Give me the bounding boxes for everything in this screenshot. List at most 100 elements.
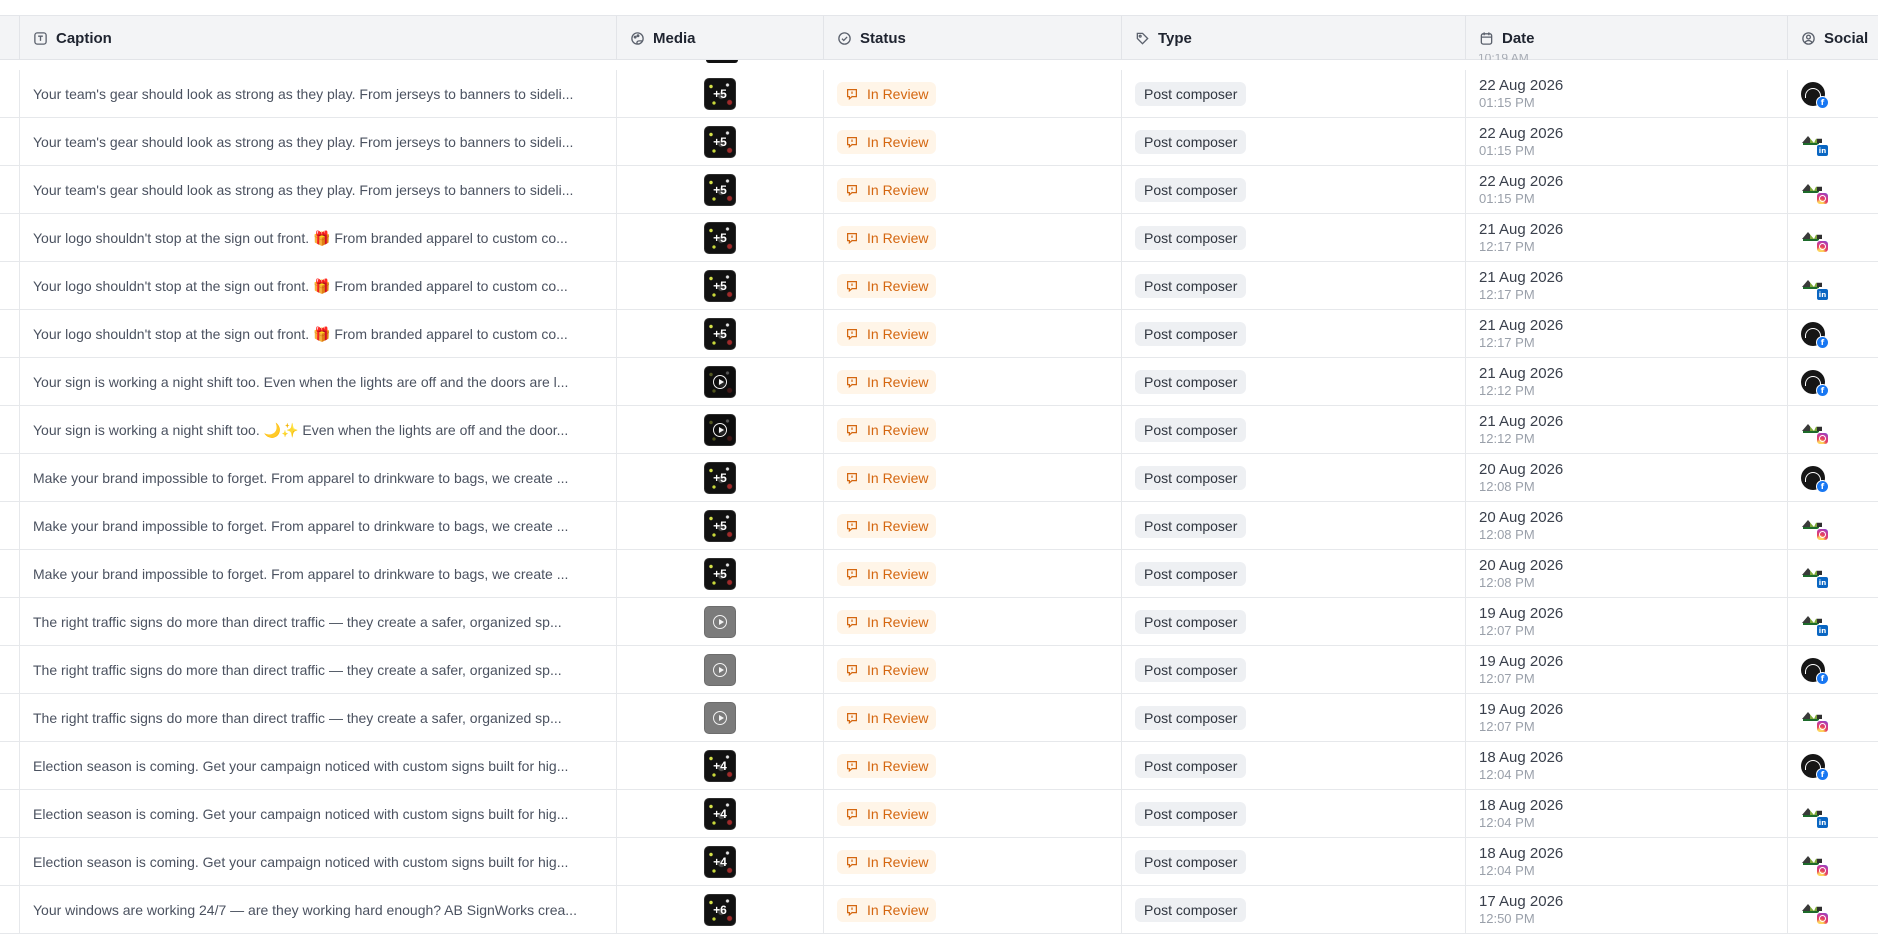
status-cell[interactable]: In Review	[823, 598, 1121, 646]
media-cell[interactable]: +4	[616, 790, 823, 838]
type-cell[interactable]: Post composer	[1121, 790, 1465, 838]
table-row[interactable]: Make your brand impossible to forget. Fr…	[0, 454, 1878, 502]
status-cell[interactable]: In Review	[823, 454, 1121, 502]
social-cell[interactable]: f	[1787, 646, 1878, 694]
table-row[interactable]: Election season is coming. Get your camp…	[0, 742, 1878, 790]
status-badge[interactable]: In Review	[837, 898, 937, 922]
social-cell[interactable]: in	[1787, 790, 1878, 838]
table-row[interactable]: Your windows are working 24/7 — are they…	[0, 886, 1878, 934]
column-header-type[interactable]: Type	[1121, 16, 1465, 60]
media-cell[interactable]: +4	[616, 838, 823, 886]
table-row[interactable]: Your sign is working a night shift too. …	[0, 406, 1878, 454]
status-badge[interactable]: In Review	[837, 706, 937, 730]
social-cell[interactable]	[1787, 166, 1878, 214]
avatar[interactable]	[1801, 706, 1829, 733]
caption-cell[interactable]: Make your brand impossible to forget. Fr…	[19, 550, 616, 598]
social-cell[interactable]	[1787, 406, 1878, 454]
avatar[interactable]: in	[1801, 562, 1829, 589]
table-row[interactable]: The right traffic signs do more than dir…	[0, 646, 1878, 694]
media-thumbnail[interactable]: +4	[704, 750, 736, 782]
status-cell[interactable]: In Review	[823, 358, 1121, 406]
avatar[interactable]: f	[1801, 466, 1829, 493]
status-cell[interactable]: In Review	[823, 406, 1121, 454]
status-cell[interactable]: In Review	[823, 118, 1121, 166]
social-cell[interactable]: f	[1787, 70, 1878, 118]
type-cell[interactable]: Post composer	[1121, 742, 1465, 790]
media-cell[interactable]	[616, 358, 823, 406]
date-cell[interactable]: 18 Aug 2026 12:04 PM	[1465, 838, 1787, 886]
date-cell[interactable]: 22 Aug 2026 01:15 PM	[1465, 118, 1787, 166]
caption-cell[interactable]: Election season is coming. Get your camp…	[19, 742, 616, 790]
caption-cell[interactable]: Make your brand impossible to forget. Fr…	[19, 454, 616, 502]
media-thumbnail[interactable]: +5	[704, 174, 736, 206]
caption-cell[interactable]: Your logo shouldn't stop at the sign out…	[19, 310, 616, 358]
status-cell[interactable]: In Review	[823, 694, 1121, 742]
type-cell[interactable]: Post composer	[1121, 598, 1465, 646]
media-thumbnail[interactable]: +5	[704, 126, 736, 158]
status-badge[interactable]: In Review	[837, 754, 937, 778]
social-cell[interactable]: f	[1787, 310, 1878, 358]
status-badge[interactable]: In Review	[837, 418, 937, 442]
caption-cell[interactable]: Election season is coming. Get your camp…	[19, 838, 616, 886]
avatar[interactable]	[1801, 898, 1829, 925]
type-cell[interactable]: Post composer	[1121, 214, 1465, 262]
table-row[interactable]: Make your brand impossible to forget. Fr…	[0, 550, 1878, 598]
avatar[interactable]: in	[1801, 610, 1829, 637]
avatar[interactable]: in	[1801, 802, 1829, 829]
caption-cell[interactable]: Your team's gear should look as strong a…	[19, 166, 616, 214]
social-cell[interactable]: in	[1787, 598, 1878, 646]
status-badge[interactable]: In Review	[837, 82, 937, 106]
type-cell[interactable]: Post composer	[1121, 262, 1465, 310]
media-thumbnail[interactable]: +6	[704, 894, 736, 926]
media-cell[interactable]: +5	[616, 262, 823, 310]
type-cell[interactable]: Post composer	[1121, 646, 1465, 694]
status-cell[interactable]: In Review	[823, 214, 1121, 262]
media-thumbnail[interactable]: +4	[704, 846, 736, 878]
status-badge[interactable]: In Review	[837, 802, 937, 826]
table-row[interactable]: Your team's gear should look as strong a…	[0, 166, 1878, 214]
type-cell[interactable]: Post composer	[1121, 310, 1465, 358]
avatar[interactable]: in	[1801, 274, 1829, 301]
table-row[interactable]: Your sign is working a night shift too. …	[0, 358, 1878, 406]
table-row[interactable]: The right traffic signs do more than dir…	[0, 694, 1878, 742]
social-cell[interactable]: in	[1787, 118, 1878, 166]
table-row[interactable]: Make your brand impossible to forget. Fr…	[0, 502, 1878, 550]
type-cell[interactable]: Post composer	[1121, 406, 1465, 454]
date-cell[interactable]: 21 Aug 2026 12:12 PM	[1465, 406, 1787, 454]
media-thumbnail[interactable]: +5	[704, 270, 736, 302]
caption-cell[interactable]: Make your brand impossible to forget. Fr…	[19, 502, 616, 550]
status-cell[interactable]: In Review	[823, 262, 1121, 310]
date-cell[interactable]: 18 Aug 2026 12:04 PM	[1465, 742, 1787, 790]
media-thumbnail[interactable]: +5	[704, 462, 736, 494]
column-header-media[interactable]: Media	[616, 16, 823, 60]
media-thumbnail[interactable]	[704, 606, 736, 638]
status-badge[interactable]: In Review	[837, 130, 937, 154]
caption-cell[interactable]: Your sign is working a night shift too. …	[19, 406, 616, 454]
media-cell[interactable]: +5	[616, 214, 823, 262]
date-cell[interactable]: 18 Aug 2026 12:04 PM	[1465, 790, 1787, 838]
media-cell[interactable]: +5	[616, 310, 823, 358]
social-cell[interactable]: f	[1787, 454, 1878, 502]
table-row[interactable]: Election season is coming. Get your camp…	[0, 838, 1878, 886]
date-cell[interactable]: 19 Aug 2026 12:07 PM	[1465, 694, 1787, 742]
status-cell[interactable]: In Review	[823, 646, 1121, 694]
social-cell[interactable]	[1787, 694, 1878, 742]
column-header-caption[interactable]: Caption	[19, 16, 616, 60]
caption-cell[interactable]: Your logo shouldn't stop at the sign out…	[19, 262, 616, 310]
avatar[interactable]	[1801, 226, 1829, 253]
media-cell[interactable]	[616, 694, 823, 742]
status-cell[interactable]: In Review	[823, 838, 1121, 886]
date-cell[interactable]: 20 Aug 2026 12:08 PM	[1465, 502, 1787, 550]
caption-cell[interactable]: Your logo shouldn't stop at the sign out…	[19, 214, 616, 262]
social-cell[interactable]: f	[1787, 742, 1878, 790]
media-thumbnail[interactable]: +5	[704, 510, 736, 542]
column-header-status[interactable]: Status	[823, 16, 1121, 60]
status-badge[interactable]: In Review	[837, 226, 937, 250]
avatar[interactable]	[1801, 514, 1829, 541]
date-cell[interactable]: 21 Aug 2026 12:12 PM	[1465, 358, 1787, 406]
table-row[interactable]: The right traffic signs do more than dir…	[0, 598, 1878, 646]
caption-cell[interactable]: The right traffic signs do more than dir…	[19, 646, 616, 694]
table-row[interactable]: Your team's gear should look as strong a…	[0, 70, 1878, 118]
avatar[interactable]: f	[1801, 82, 1829, 109]
media-thumbnail[interactable]: +5	[704, 558, 736, 590]
